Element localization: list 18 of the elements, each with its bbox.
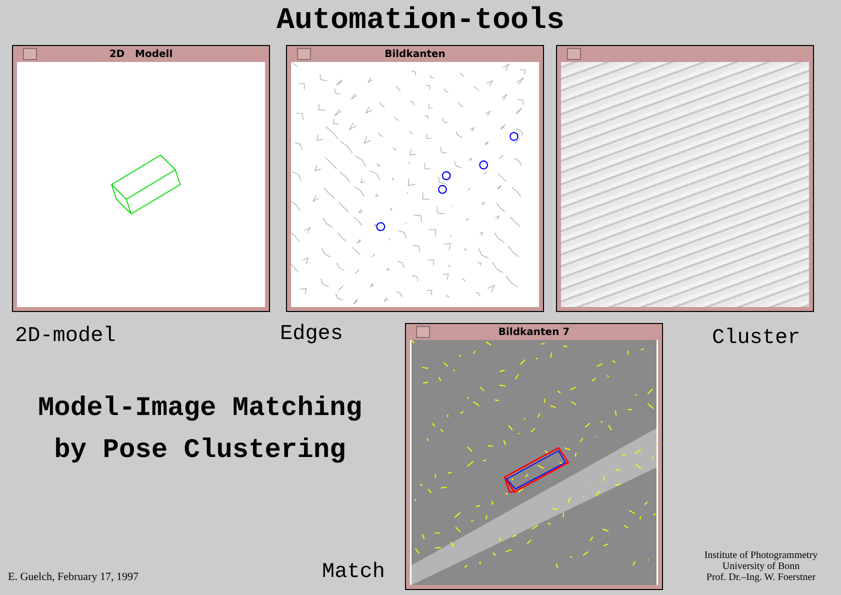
window-title: Bildkanten 7	[498, 326, 570, 338]
institute-line: University of Bonn	[721, 561, 801, 572]
window-caption: Match	[322, 561, 386, 584]
heading-line: by Pose Clustering	[53, 435, 347, 468]
slide-title: Automation-tools	[275, 4, 566, 38]
institute-line: Prof. Dr.–Ing. W. Foerstner	[705, 572, 817, 583]
heading-line: Model-Image Matching	[36, 393, 364, 426]
window-menu-icon[interactable]	[416, 326, 430, 338]
window-caption: Edges	[280, 323, 344, 346]
window-caption: Cluster	[712, 327, 800, 350]
window-title: 2D Modell	[109, 48, 173, 60]
author-date: E. Guelch, February 17, 1997	[8, 571, 138, 583]
window-menu-icon[interactable]	[567, 48, 581, 60]
window-menu-icon[interactable]	[297, 48, 311, 60]
institute-line: Institute of Photogrammetry	[703, 550, 819, 561]
window-title: Bildkanten	[384, 48, 446, 60]
window-menu-icon[interactable]	[23, 48, 37, 60]
window-caption: 2D-model	[15, 325, 116, 348]
